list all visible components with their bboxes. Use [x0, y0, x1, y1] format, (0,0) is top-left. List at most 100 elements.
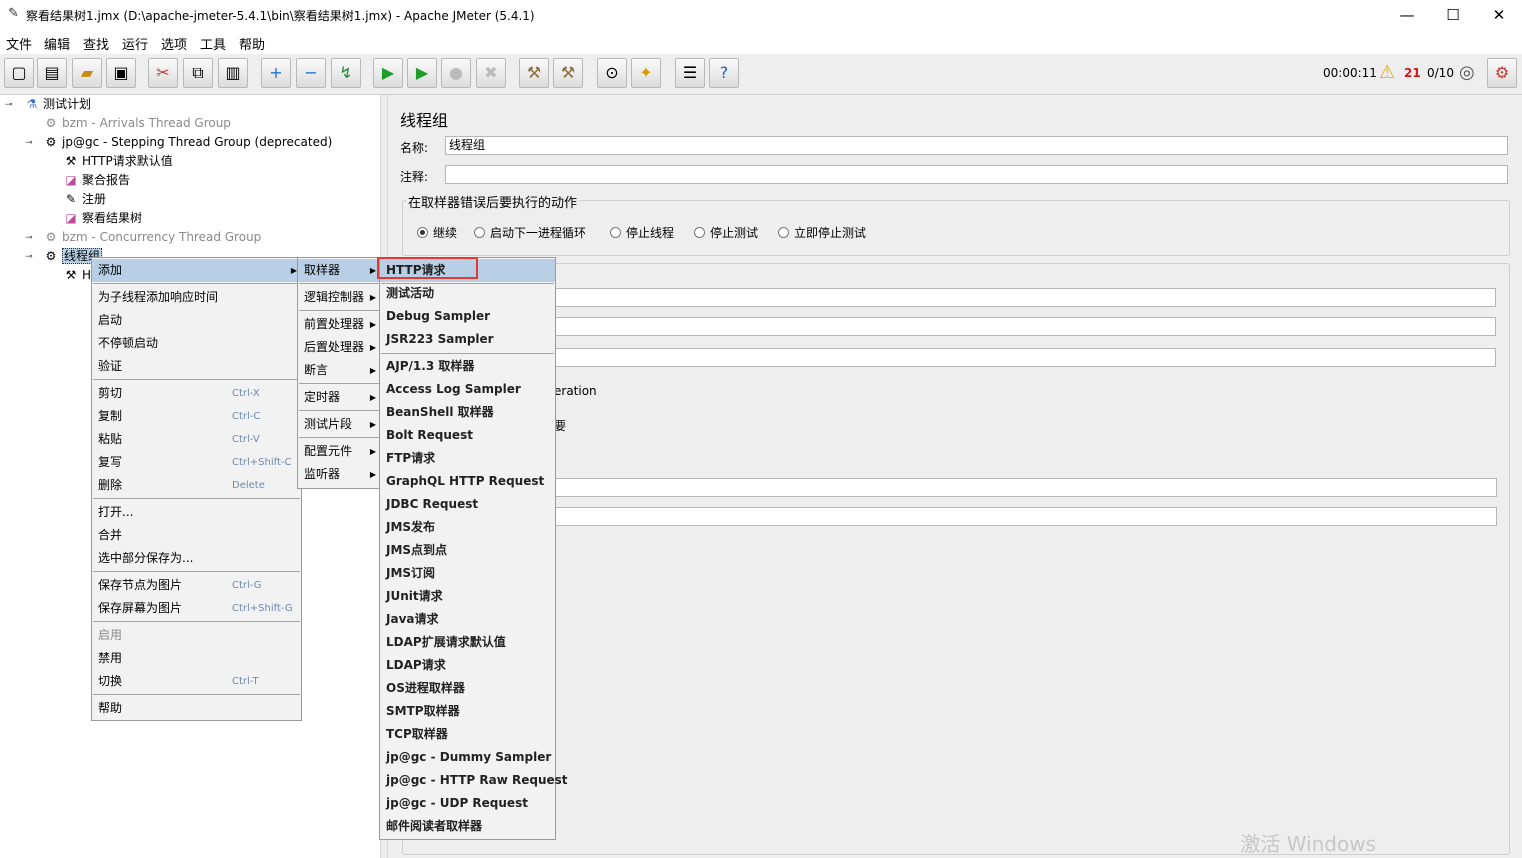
- sampler-item-jms-subscriber[interactable]: JMS订阅: [380, 562, 555, 585]
- submenu-item-sampler[interactable]: 取样器 ▶: [298, 259, 380, 282]
- sampler-item-jsr223-sampler[interactable]: JSR223 Sampler: [380, 328, 555, 351]
- menu-item-save-node-image[interactable]: 保存节点为图片 Ctrl-G: [92, 574, 301, 597]
- sampler-item-ldap-ext-defaults[interactable]: LDAP扩展请求默认值: [380, 631, 555, 654]
- submenu-item-config-element[interactable]: 配置元件 ▶: [298, 440, 380, 463]
- submenu-item-listener[interactable]: 监听器 ▶: [298, 463, 380, 486]
- reset-search-icon[interactable]: ✦: [631, 58, 661, 88]
- open-icon[interactable]: ▰: [72, 58, 102, 88]
- collapse-toggle-icon[interactable]: ⊸: [25, 252, 33, 262]
- menu-item-duplicate[interactable]: 复写 Ctrl+Shift-C: [92, 451, 301, 474]
- radio-stop-thread[interactable]: 停止线程: [610, 224, 674, 241]
- tree-node-http-child[interactable]: ⚒ H: [63, 266, 91, 285]
- submenu-item-assertion[interactable]: 断言 ▶: [298, 359, 380, 382]
- sampler-item-bolt-request[interactable]: Bolt Request: [380, 424, 555, 447]
- start-no-pause-icon[interactable]: ▶: [407, 58, 437, 88]
- menu-item-start[interactable]: 启动: [92, 309, 301, 332]
- menu-item-save-screen-image[interactable]: 保存屏幕为图片 Ctrl+Shift-G: [92, 597, 301, 620]
- startup-delay-field[interactable]: [548, 507, 1497, 526]
- copy-icon[interactable]: ⧉: [183, 58, 213, 88]
- sampler-item-ftp-request[interactable]: FTP请求: [380, 447, 555, 470]
- sampler-item-graphql[interactable]: GraphQL HTTP Request: [380, 470, 555, 493]
- sampler-item-jdbc-request[interactable]: JDBC Request: [380, 493, 555, 516]
- submenu-item-test-fragment[interactable]: 测试片段 ▶: [298, 413, 380, 436]
- close-button[interactable]: ✕: [1476, 0, 1522, 30]
- submenu-item-post-processor[interactable]: 后置处理器 ▶: [298, 336, 380, 359]
- menu-item-save-selection-as[interactable]: 选中部分保存为...: [92, 547, 301, 570]
- collapse-icon[interactable]: −: [296, 58, 326, 88]
- radio-stop-test[interactable]: 停止测试: [694, 224, 758, 241]
- sampler-item-flow-control-action[interactable]: 测试活动: [380, 282, 555, 305]
- tree-node-concurrency-thread-group[interactable]: ⚙ bzm - Concurrency Thread Group: [43, 228, 262, 247]
- submenu-item-logic-controller[interactable]: 逻辑控制器 ▶: [298, 286, 380, 309]
- clear-icon[interactable]: ⚒: [519, 58, 549, 88]
- shutdown-icon[interactable]: ✖: [476, 58, 506, 88]
- stop-icon[interactable]: ●: [441, 58, 471, 88]
- tree-node-http-defaults[interactable]: ⚒ HTTP请求默认值: [63, 152, 173, 171]
- sampler-item-access-log[interactable]: Access Log Sampler: [380, 378, 555, 401]
- menu-item-disable[interactable]: 禁用: [92, 647, 301, 670]
- sampler-item-jms-point-to-point[interactable]: JMS点到点: [380, 539, 555, 562]
- radio-stop-test-now[interactable]: 立即停止测试: [778, 224, 866, 241]
- tree-node-arrivals-thread-group[interactable]: ⚙ bzm - Arrivals Thread Group: [43, 114, 231, 133]
- log-viewer-icon[interactable]: ⚙: [1487, 58, 1517, 88]
- menu-file[interactable]: 文件: [6, 34, 32, 53]
- radio-start-next-loop[interactable]: 启动下一进程循环: [474, 224, 586, 241]
- start-icon[interactable]: ▶: [373, 58, 403, 88]
- tree-node-test-plan[interactable]: ⚗ 测试计划: [24, 95, 91, 114]
- loop-count-field[interactable]: [548, 348, 1496, 367]
- tree-node-aggregate-report[interactable]: ◪ 聚合报告: [63, 171, 130, 190]
- new-icon[interactable]: ▢: [4, 58, 34, 88]
- menu-item-delete[interactable]: 删除 Delete: [92, 474, 301, 497]
- clear-all-icon[interactable]: ⚒: [553, 58, 583, 88]
- paste-icon[interactable]: ▥: [218, 58, 248, 88]
- menu-options[interactable]: 选项: [161, 34, 187, 53]
- menu-item-validate[interactable]: 验证: [92, 355, 301, 378]
- sampler-item-ajp[interactable]: AJP/1.3 取样器: [380, 355, 555, 378]
- function-helper-icon[interactable]: ☰: [675, 58, 705, 88]
- sampler-item-junit-request[interactable]: JUnit请求: [380, 585, 555, 608]
- duration-field[interactable]: [548, 478, 1497, 497]
- sampler-item-udp-request[interactable]: jp@gc - UDP Request: [380, 792, 555, 815]
- menu-item-help[interactable]: 帮助: [92, 697, 301, 720]
- radio-continue[interactable]: 继续: [417, 224, 457, 241]
- expand-icon[interactable]: +: [261, 58, 291, 88]
- sampler-item-mail-reader[interactable]: 邮件阅读者取样器: [380, 815, 555, 838]
- sampler-item-beanshell[interactable]: BeanShell 取样器: [380, 401, 555, 424]
- comment-field[interactable]: [445, 165, 1508, 184]
- collapse-toggle-icon[interactable]: ⊸: [25, 233, 33, 243]
- menu-edit[interactable]: 编辑: [44, 34, 70, 53]
- search-icon[interactable]: ⊙: [597, 58, 627, 88]
- toggle-icon[interactable]: ↯: [331, 58, 361, 88]
- ramp-up-field[interactable]: [548, 317, 1496, 336]
- menu-item-open[interactable]: 打开...: [92, 501, 301, 524]
- warning-icon[interactable]: ⚠: [1379, 62, 1395, 83]
- menu-tools[interactable]: 工具: [200, 34, 226, 53]
- menu-item-cut[interactable]: 剪切 Ctrl-X: [92, 382, 301, 405]
- menu-item-start-no-pause[interactable]: 不停顿启动: [92, 332, 301, 355]
- menu-search[interactable]: 查找: [83, 34, 109, 53]
- collapse-toggle-icon[interactable]: ⊸: [5, 100, 13, 110]
- maximize-button[interactable]: ☐: [1430, 0, 1476, 30]
- tree-node-register[interactable]: ✎ 注册: [63, 190, 106, 209]
- menu-item-add-think-times[interactable]: 为子线程添加响应时间: [92, 286, 301, 309]
- sampler-item-dummy-sampler[interactable]: jp@gc - Dummy Sampler: [380, 746, 555, 769]
- submenu-item-timer[interactable]: 定时器 ▶: [298, 386, 380, 409]
- templates-icon[interactable]: ▤: [37, 58, 67, 88]
- menu-run[interactable]: 运行: [122, 34, 148, 53]
- name-field[interactable]: 线程组: [445, 136, 1508, 155]
- menu-help[interactable]: 帮助: [239, 34, 265, 53]
- sampler-item-tcp[interactable]: TCP取样器: [380, 723, 555, 746]
- save-icon[interactable]: ▣: [106, 58, 136, 88]
- tree-node-view-results-tree[interactable]: ◪ 察看结果树: [63, 209, 142, 228]
- menu-item-merge[interactable]: 合并: [92, 524, 301, 547]
- menu-item-add[interactable]: 添加 ▶: [92, 259, 301, 282]
- sampler-item-java-request[interactable]: Java请求: [380, 608, 555, 631]
- menu-item-paste[interactable]: 粘贴 Ctrl-V: [92, 428, 301, 451]
- sampler-item-smtp[interactable]: SMTP取样器: [380, 700, 555, 723]
- menu-item-toggle[interactable]: 切换 Ctrl-T: [92, 670, 301, 693]
- warning-count[interactable]: 21: [1404, 66, 1421, 80]
- sampler-item-debug-sampler[interactable]: Debug Sampler: [380, 305, 555, 328]
- sampler-item-ldap-request[interactable]: LDAP请求: [380, 654, 555, 677]
- cut-icon[interactable]: ✂: [148, 58, 178, 88]
- thread-count-field[interactable]: [548, 288, 1496, 307]
